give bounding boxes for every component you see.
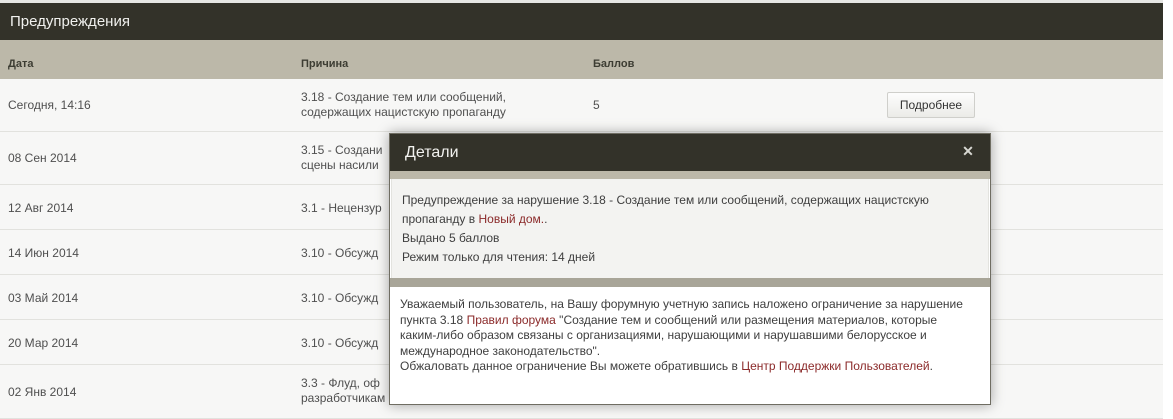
readonly-line: Режим только для чтения: 14 дней [402,250,596,264]
column-header-date: Дата [8,58,34,70]
details-button[interactable]: Подробнее [887,92,975,118]
row-date: 14 Июн 2014 [8,246,79,260]
forum-rules-link[interactable]: Правил форума [467,313,556,327]
warning-text: Предупреждение за нарушение 3.18 - Созда… [402,191,972,229]
details-modal: Детали ✕ Предупреждение за нарушение 3.1… [389,133,991,405]
warning-suffix: . [544,212,548,226]
column-header-reason: Причина [301,58,349,70]
points-line: Выдано 5 баллов [402,231,500,245]
appeal-text: Обжаловать данное ограничение Вы можете … [400,359,970,375]
forum-link[interactable]: Новый дом. [478,212,544,226]
modal-divider [390,278,990,287]
row-reason: 3.3 - Флуд, оф разработчикам [301,376,386,405]
warning-details: Предупреждение за нарушение 3.18 - Созда… [391,179,989,278]
page-title: Предупреждения [10,13,130,30]
appeal-prefix: Обжаловать данное ограничение Вы можете … [400,359,742,373]
table-header: Дата Причина Баллов [0,40,1163,79]
column-header-points: Баллов [593,58,635,70]
row-points: 5 [593,98,600,112]
row-date: 08 Сен 2014 [8,151,77,165]
notice-section: Уважаемый пользователь, на Вашу форумную… [391,287,987,402]
modal-divider [390,171,990,179]
close-icon[interactable]: ✕ [960,143,976,159]
row-date: 02 Янв 2014 [8,385,77,399]
page-edge [1163,0,1173,419]
title-bar: Предупреждения [0,3,1163,40]
row-date: 03 Май 2014 [8,291,79,305]
modal-header: Детали ✕ [390,134,990,171]
row-date: 12 Авг 2014 [8,201,74,215]
row-date: Сегодня, 14:16 [8,98,91,112]
notice-text: Уважаемый пользователь, на Вашу форумную… [400,297,970,359]
table-row: Сегодня, 14:16 3.18 - Создание тем или с… [0,79,1163,132]
row-date: 20 Мар 2014 [8,336,79,350]
row-reason: 3.18 - Создание тем или сообщений, содер… [301,90,506,119]
appeal-suffix: . [929,359,933,373]
support-center-link[interactable]: Центр Поддержки Пользователей [741,359,929,373]
modal-title: Детали [405,144,459,161]
row-reason: 3.15 - Создани сцены насили [301,143,383,172]
